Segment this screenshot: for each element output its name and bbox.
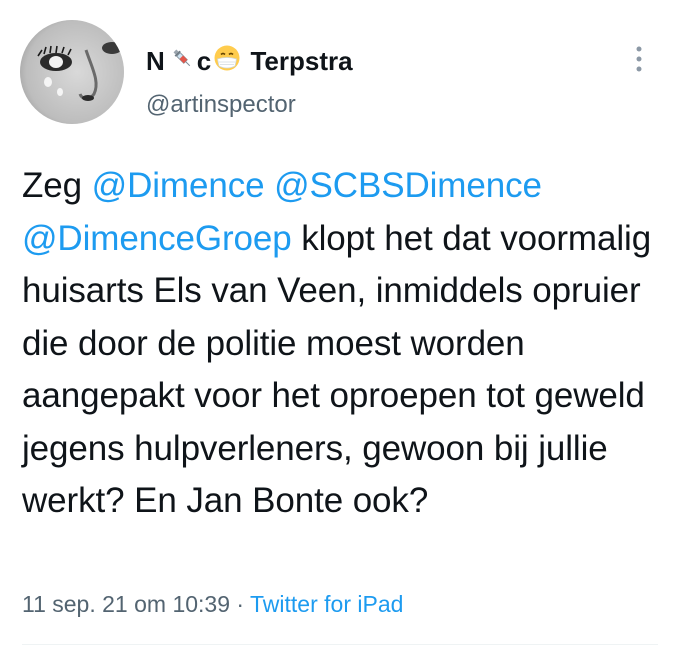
avatar-image (20, 20, 124, 124)
more-options-icon[interactable] (630, 44, 648, 74)
tweet-text-segment (264, 166, 274, 205)
tweet-text: Zeg @Dimence @SCBSDimence @DimenceGroep … (22, 160, 662, 528)
mention-link[interactable]: @Dimence (92, 166, 265, 205)
avatar[interactable] (20, 20, 124, 124)
tweet-text-segment: klopt het dat voormalig huisarts Els van… (22, 218, 652, 521)
source-link[interactable]: Twitter for iPad (250, 591, 403, 617)
display-name[interactable]: N c Terpstra (146, 44, 353, 78)
display-name-part1: N (146, 46, 165, 76)
user-handle[interactable]: @artinspector (146, 91, 296, 119)
separator: · (230, 591, 251, 617)
tweet-text-segment: Zeg (22, 166, 92, 205)
syringe-icon (169, 45, 195, 77)
face-with-medical-mask-icon (213, 44, 241, 78)
timestamp[interactable]: 11 sep. 21 om 10:39 (22, 591, 230, 617)
tweet-metadata: 11 sep. 21 om 10:39 · Twitter for iPad (22, 590, 403, 618)
tweet: N c Terpstra @artinspector Zeg @Dimence … (0, 0, 680, 660)
divider (22, 644, 658, 645)
display-name-part3: Terpstra (243, 46, 353, 76)
display-name-part2: c (196, 46, 212, 76)
mention-link[interactable]: @SCBSDimence (274, 166, 542, 205)
mention-link[interactable]: @DimenceGroep (22, 219, 292, 258)
